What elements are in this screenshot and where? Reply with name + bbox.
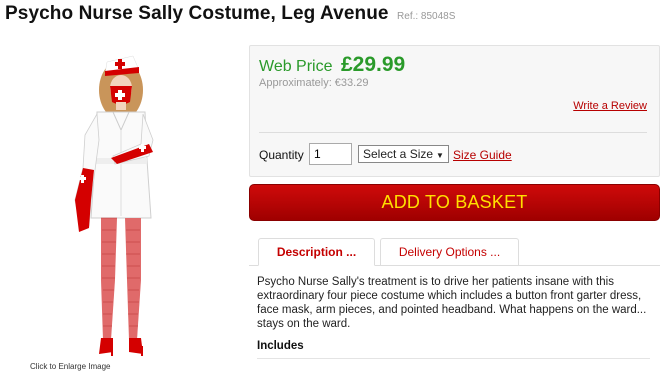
product-title: Psycho Nurse Sally Costume, Leg Avenue bbox=[5, 3, 389, 24]
add-to-basket-label: ADD TO BASKET bbox=[381, 192, 528, 212]
quantity-input[interactable] bbox=[309, 143, 352, 165]
description-text: Psycho Nurse Sally's treatment is to dri… bbox=[257, 276, 647, 330]
add-to-basket-button[interactable]: ADD TO BASKET bbox=[249, 184, 660, 221]
divider bbox=[259, 132, 647, 133]
web-price-amount: £29.99 bbox=[340, 53, 406, 76]
product-image[interactable] bbox=[55, 40, 185, 362]
tab-description[interactable]: Description ... bbox=[258, 238, 375, 266]
image-caption[interactable]: Click to Enlarge Image bbox=[30, 362, 110, 371]
price-panel: Web Price £29.99 Approximately: €33.29 W… bbox=[249, 45, 660, 177]
size-select[interactable]: Select a Size ▼ bbox=[358, 145, 449, 163]
product-ref: Ref.: 85048S bbox=[397, 11, 456, 22]
includes-divider bbox=[257, 358, 650, 359]
approx-price: Approximately: €33.29 bbox=[259, 77, 369, 89]
write-review-link[interactable]: Write a Review bbox=[573, 100, 647, 112]
web-price: Web Price £29.99 bbox=[259, 53, 405, 77]
size-select-label: Select a Size bbox=[363, 147, 434, 161]
product-title-bar: Psycho Nurse Sally Costume, Leg Avenue R… bbox=[5, 3, 455, 25]
tab-delivery-options[interactable]: Delivery Options ... bbox=[380, 238, 519, 266]
tab-delivery-label: Delivery Options ... bbox=[398, 245, 501, 259]
web-price-label: Web Price bbox=[259, 58, 333, 75]
size-guide-link[interactable]: Size Guide bbox=[453, 148, 512, 162]
includes-heading: Includes bbox=[257, 340, 304, 352]
tab-description-label: Description ... bbox=[276, 245, 357, 259]
dropdown-arrow-icon: ▼ bbox=[436, 151, 444, 160]
quantity-label: Quantity bbox=[259, 148, 304, 162]
